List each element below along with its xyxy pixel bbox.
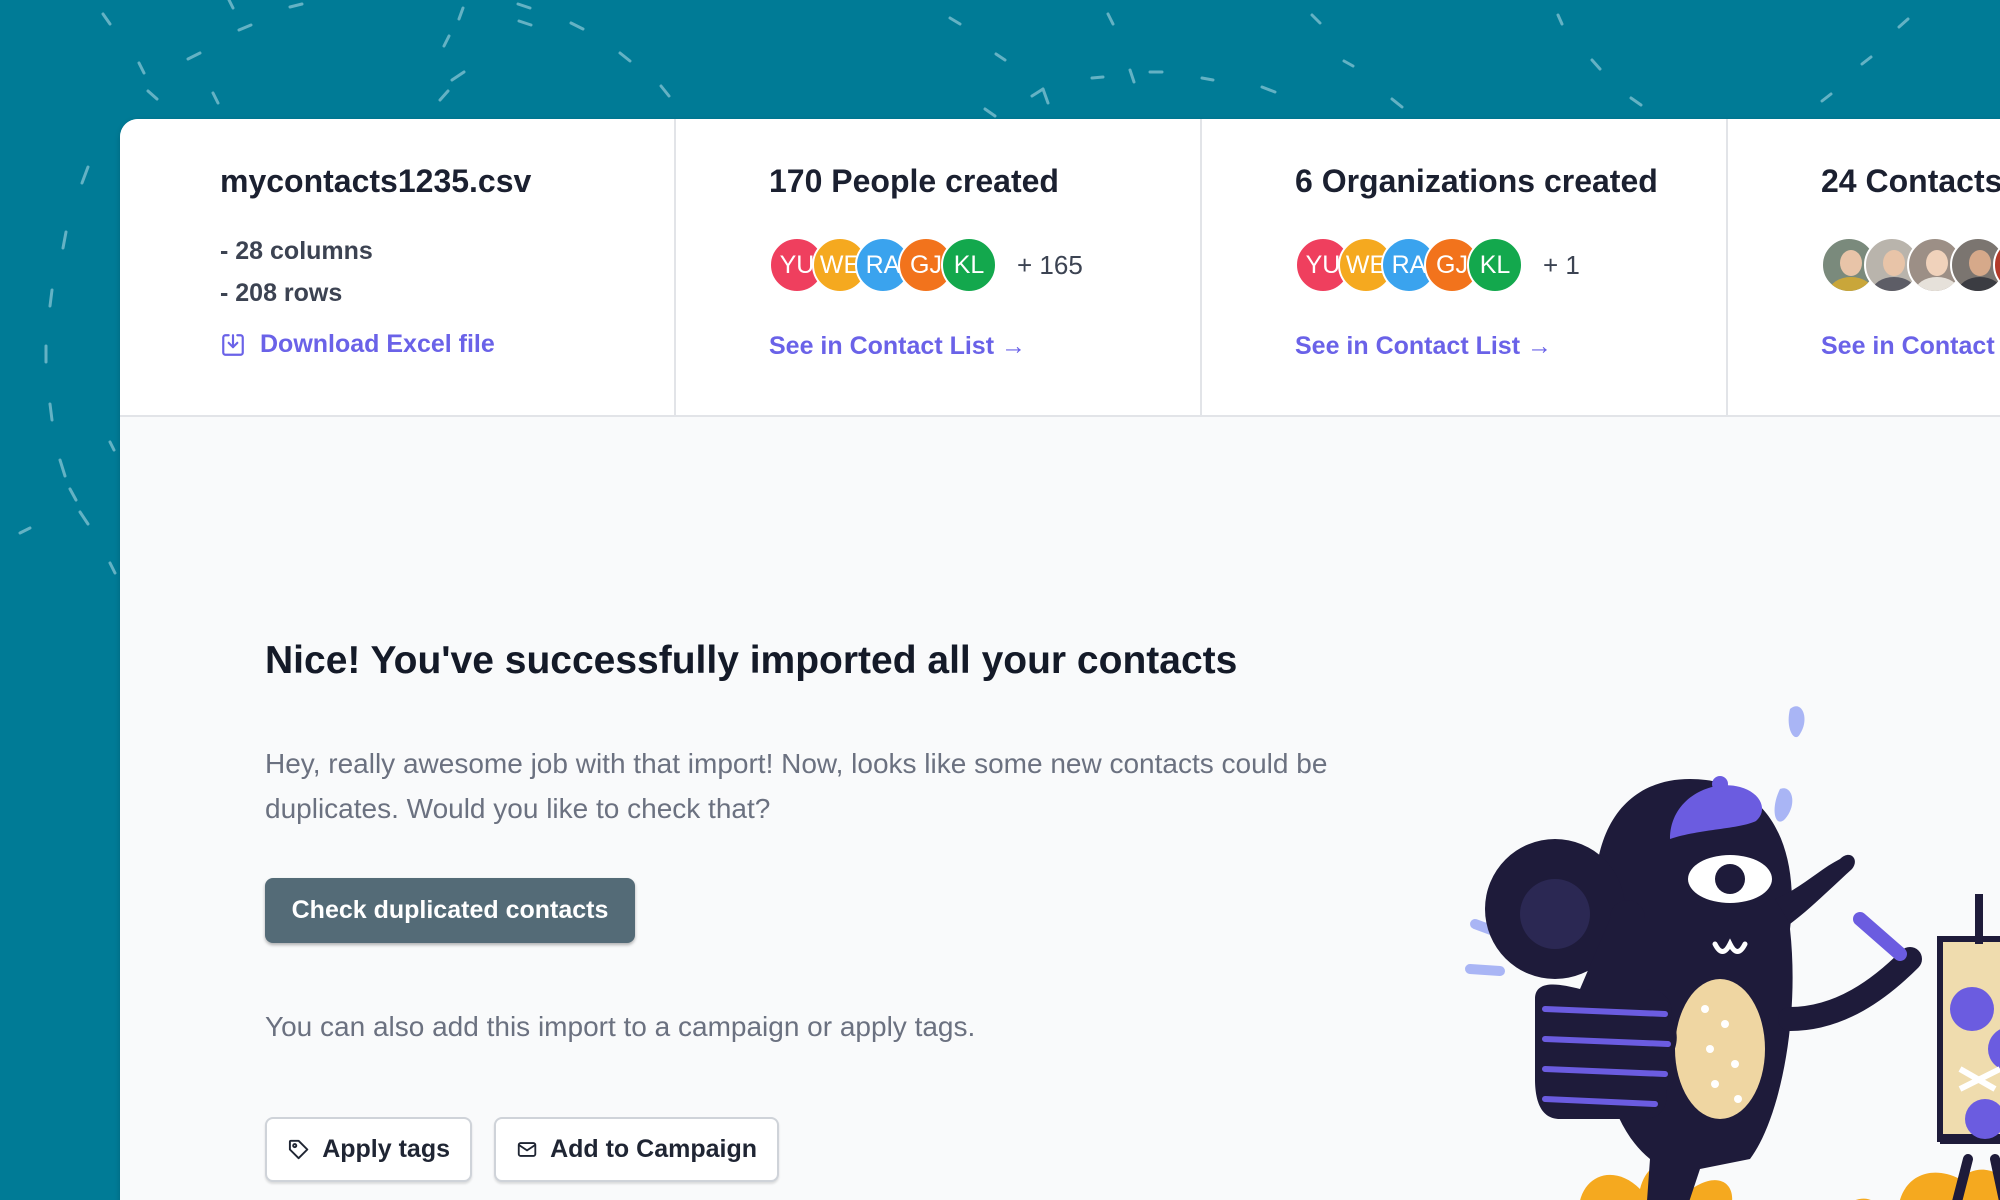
organizations-more-count: + 1 xyxy=(1543,249,1580,280)
contacts-card: 24 Contacts See in Contact L xyxy=(1728,119,2000,415)
mascot-painter-illustration xyxy=(1465,706,2000,1200)
file-meta: - 28 columns - 208 rows xyxy=(220,230,373,314)
mail-icon xyxy=(517,1142,537,1157)
import-stats-row: mycontacts1235.csv - 28 columns - 208 ro… xyxy=(120,119,2000,417)
people-card: 170 People created YU WE RA GJ KL + 165 … xyxy=(676,119,1202,415)
check-duplicates-button[interactable]: Check duplicated contacts xyxy=(265,878,635,943)
row-count: - 208 rows xyxy=(220,279,343,307)
organizations-title: 6 Organizations created xyxy=(1295,163,1658,199)
add-to-campaign-label: Add to Campaign xyxy=(550,1135,757,1163)
apply-tags-button[interactable]: Apply tags xyxy=(265,1117,472,1182)
people-more-count: + 165 xyxy=(1017,249,1083,280)
success-title: Nice! You've successfully imported all y… xyxy=(265,639,1238,682)
people-avatar-group: YU WE RA GJ KL + 165 xyxy=(769,235,1083,295)
campaign-tags-hint: You can also add this import to a campai… xyxy=(265,1011,976,1042)
column-count: - 28 columns xyxy=(220,237,373,265)
organizations-avatar-group: YU WE RA GJ KL + 1 xyxy=(1295,235,1580,295)
people-title: 170 People created xyxy=(769,163,1059,199)
tag-icon xyxy=(288,1139,309,1160)
avatar: KL xyxy=(1467,237,1523,293)
organizations-card: 6 Organizations created YU WE RA GJ KL +… xyxy=(1202,119,1728,415)
file-card: mycontacts1235.csv - 28 columns - 208 ro… xyxy=(120,119,676,415)
download-label: Download Excel file xyxy=(260,330,495,358)
avatar: KL xyxy=(941,237,997,293)
add-to-campaign-button[interactable]: Add to Campaign xyxy=(494,1117,779,1182)
contacts-title: 24 Contacts xyxy=(1821,163,2000,199)
import-summary-panel: mycontacts1235.csv - 28 columns - 208 ro… xyxy=(120,119,2000,1200)
file-name: mycontacts1235.csv xyxy=(220,163,532,199)
download-excel-link[interactable]: Download Excel file xyxy=(220,330,495,359)
people-contact-list-link[interactable]: See in Contact List → xyxy=(769,332,1026,361)
download-icon xyxy=(222,333,244,356)
organizations-contact-list-link[interactable]: See in Contact List → xyxy=(1295,332,1552,361)
contacts-contact-list-link[interactable]: See in Contact L xyxy=(1821,332,2000,361)
success-message: Hey, really awesome job with that import… xyxy=(265,748,1328,824)
apply-tags-label: Apply tags xyxy=(322,1135,450,1163)
contacts-avatar-group xyxy=(1821,235,2000,295)
